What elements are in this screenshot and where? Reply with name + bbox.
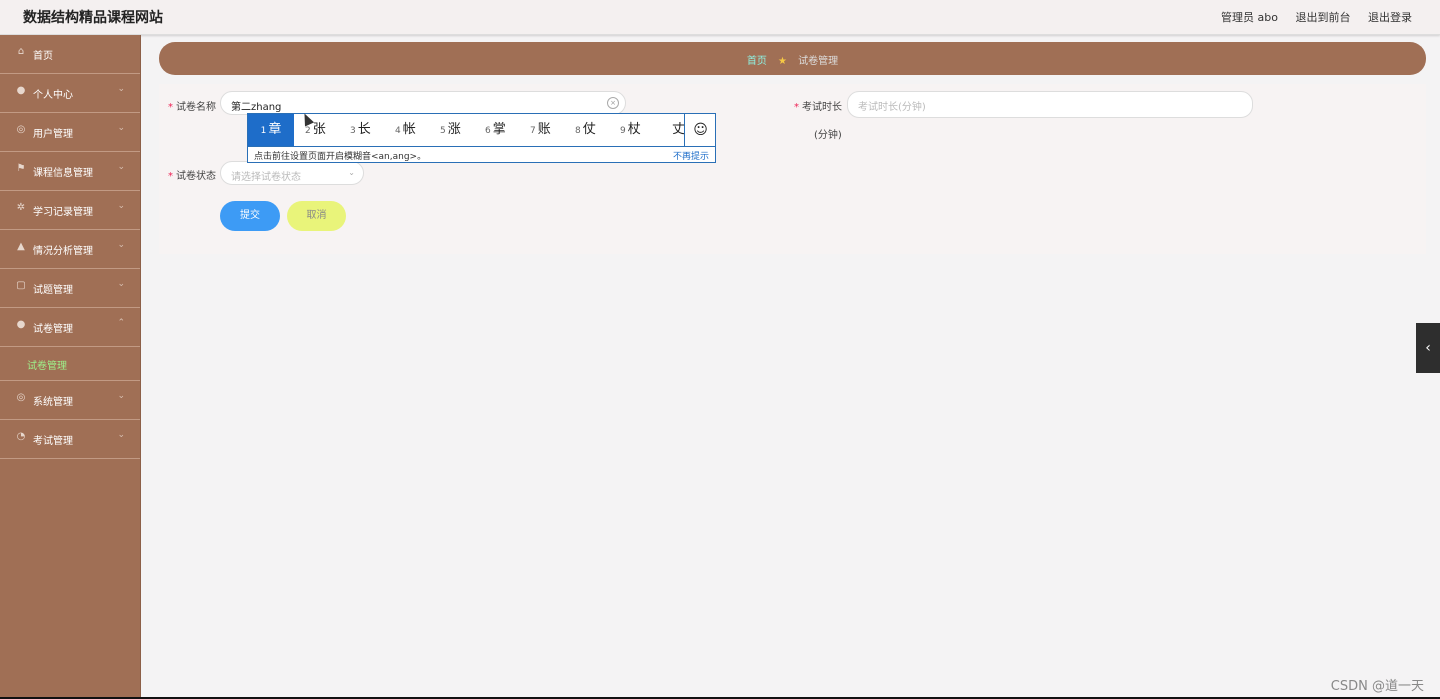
copy-icon: ▢: [16, 280, 26, 291]
sidebar-item-label: 系统管理: [33, 397, 73, 408]
sidebar-item-course-info[interactable]: ⚑ 课程信息管理 ⌄: [0, 152, 140, 191]
sidebar-item-label: 试题管理: [33, 285, 73, 296]
ime-hint-text[interactable]: 点击前往设置页面开启模糊音<an,ang>。: [254, 149, 426, 162]
sidebar-item-exams[interactable]: ◔ 考试管理 ⌄: [0, 420, 140, 459]
ime-candidate-list: 1章 2张 3长 4帐 5涨 6掌 7账 8仗 9杖 丈: [248, 114, 684, 147]
duration-unit-label: (分钟): [814, 130, 842, 141]
sidebar-item-label: 个人中心: [33, 90, 73, 101]
ime-candidate[interactable]: 丈: [672, 114, 684, 146]
ime-candidate[interactable]: 8仗: [575, 114, 596, 146]
submenu-item-label: 试卷管理: [27, 361, 67, 372]
sidebar-item-label: 考试管理: [33, 436, 73, 447]
ime-candidate-window: 1章 2张 3长 4帐 5涨 6掌 7账 8仗 9杖 丈 ☺ 点击前往设置页面开…: [247, 113, 716, 163]
sidebar-item-label: 课程信息管理: [33, 168, 93, 179]
site-title: 数据结构精品课程网站: [23, 10, 163, 26]
ime-candidate[interactable]: 4帐: [395, 114, 416, 146]
star-icon: ★: [778, 56, 787, 67]
breadcrumb-current: 试卷管理: [798, 56, 839, 67]
sidebar-item-label: 用户管理: [33, 129, 73, 140]
paper-name-input[interactable]: 第二zhang ×: [220, 91, 626, 115]
bank-icon: ▲: [17, 241, 25, 252]
top-links: 管理员 abo 退出到前台 退出登录: [1207, 9, 1412, 25]
sidebar-item-papers[interactable]: ● 试卷管理 ⌃: [0, 308, 140, 347]
chevron-down-icon: ⌄: [117, 279, 125, 289]
ime-dismiss-link[interactable]: 不再提示: [673, 149, 709, 162]
ime-candidate[interactable]: 1章: [248, 114, 294, 146]
duration-placeholder: 考试时长(分钟): [858, 102, 926, 113]
sidebar-item-label: 学习记录管理: [33, 207, 93, 218]
compass-icon: ◔: [16, 431, 26, 442]
sidebar: ⌂ 首页 ● 个人中心 ⌄ ◎ 用户管理 ⌄ ⚑ 课程信息管理 ⌄ ✲ 学习记录…: [0, 35, 141, 699]
status-label: * 试卷状态: [168, 171, 216, 182]
emoji-icon[interactable]: ☺: [684, 114, 716, 147]
clear-icon[interactable]: ×: [607, 97, 619, 109]
users-icon: ◎: [16, 124, 26, 135]
status-select[interactable]: 请选择试卷状态 ⌄: [220, 161, 364, 185]
sidebar-item-analysis[interactable]: ▲ 情况分析管理 ⌄: [0, 230, 140, 269]
back-to-front-link[interactable]: 退出到前台: [1296, 11, 1351, 24]
chevron-down-icon: ⌄: [117, 162, 125, 172]
chevron-down-icon: ⌄: [117, 430, 125, 440]
submenu-item-papers[interactable]: 试卷管理: [0, 347, 140, 381]
paper-name-value: 第二zhang: [231, 102, 282, 113]
gear-icon: ✲: [16, 202, 26, 213]
duration-input[interactable]: 考试时长(分钟): [847, 91, 1253, 118]
settings-icon: ◎: [16, 392, 26, 403]
chevron-down-icon: ⌄: [117, 391, 125, 401]
user-icon: ●: [16, 85, 26, 96]
sidebar-item-users[interactable]: ◎ 用户管理 ⌄: [0, 113, 140, 152]
ime-candidate[interactable]: 9杖: [620, 114, 641, 146]
sidebar-item-profile[interactable]: ● 个人中心 ⌄: [0, 74, 140, 113]
paper-name-label: * 试卷名称: [168, 102, 216, 113]
ime-candidate[interactable]: 3长: [350, 114, 371, 146]
sidebar-item-label: 试卷管理: [33, 324, 73, 335]
sidebar-item-questions[interactable]: ▢ 试题管理 ⌄: [0, 269, 140, 308]
breadcrumb: 首页 ★ 试卷管理: [159, 42, 1426, 75]
chevron-down-icon: ⌄: [117, 201, 125, 211]
breadcrumb-home-link[interactable]: 首页: [747, 56, 767, 67]
logout-link[interactable]: 退出登录: [1368, 11, 1412, 24]
chevron-up-icon: ⌃: [117, 318, 125, 328]
chevron-down-icon: ⌄: [348, 168, 355, 177]
submit-button[interactable]: 提交: [220, 201, 280, 231]
ime-candidate[interactable]: 5涨: [440, 114, 461, 146]
ime-candidate[interactable]: 6掌: [485, 114, 506, 146]
chevron-down-icon: ⌄: [117, 123, 125, 133]
side-panel-toggle[interactable]: ‹: [1416, 323, 1440, 373]
top-bar: 数据结构精品课程网站 管理员 abo 退出到前台 退出登录: [0, 0, 1440, 35]
cancel-button[interactable]: 取消: [287, 201, 346, 231]
chevron-down-icon: ⌄: [117, 240, 125, 250]
sidebar-item-label: 首页: [33, 51, 53, 62]
location-icon: ●: [16, 319, 26, 330]
duration-label: * 考试时长: [794, 102, 842, 113]
admin-user-label: 管理员 abo: [1221, 11, 1278, 24]
status-placeholder: 请选择试卷状态: [231, 172, 301, 183]
ime-candidate[interactable]: 7账: [530, 114, 551, 146]
chevron-down-icon: ⌄: [117, 84, 125, 94]
sidebar-item-home[interactable]: ⌂ 首页: [0, 35, 140, 74]
home-icon: ⌂: [17, 46, 25, 57]
sidebar-item-label: 情况分析管理: [33, 246, 93, 257]
flag-icon: ⚑: [16, 163, 26, 174]
sidebar-item-study-records[interactable]: ✲ 学习记录管理 ⌄: [0, 191, 140, 230]
sidebar-item-system[interactable]: ◎ 系统管理 ⌄: [0, 381, 140, 420]
watermark: CSDN @道一天: [1330, 679, 1424, 694]
